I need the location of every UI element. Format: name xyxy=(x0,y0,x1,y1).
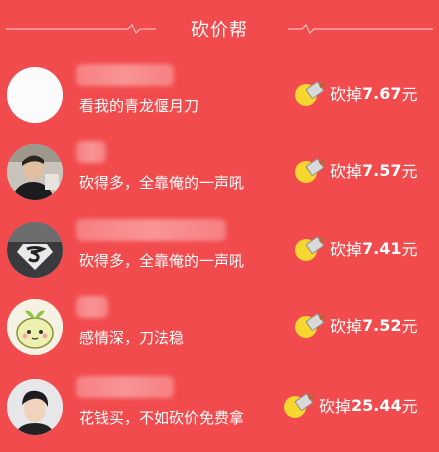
cut-label: 砍掉 xyxy=(330,162,363,181)
coin-cleaver-icon xyxy=(294,155,328,185)
cut-label: 砍掉 xyxy=(330,317,363,336)
comment-text: 砍得多，全靠俺的一声吼 xyxy=(79,174,245,192)
avatar xyxy=(7,379,63,435)
avatar xyxy=(7,67,63,123)
avatar xyxy=(7,222,63,278)
cut-value: 7.52 xyxy=(362,315,402,335)
currency-unit: 元 xyxy=(401,85,418,104)
cut-value: 25.44 xyxy=(351,395,402,415)
list-item: 看我的青龙偃月刀 砍掉 7.67 元 xyxy=(0,64,439,140)
currency-unit: 元 xyxy=(401,162,418,181)
avatar xyxy=(7,144,63,200)
currency-unit: 元 xyxy=(401,317,418,336)
cut-amount: 砍掉 25.44 元 xyxy=(283,390,418,420)
comment-text: 看我的青龙偃月刀 xyxy=(79,97,200,115)
list-item: 花钱买，不如砍价免费拿 砍掉 25.44 元 xyxy=(0,376,439,452)
man-photo-avatar-icon xyxy=(7,144,63,200)
comment-text: 感情深，刀法稳 xyxy=(79,329,185,347)
coin-cleaver-icon xyxy=(294,310,328,340)
cut-label: 砍掉 xyxy=(330,240,363,259)
blank-avatar-icon xyxy=(7,67,63,123)
currency-unit: 元 xyxy=(401,240,418,259)
cut-amount: 砍掉 7.41 元 xyxy=(294,233,418,263)
name-redacted xyxy=(76,376,174,398)
list-item: 砍得多，全靠俺的一声吼 砍掉 7.41 元 xyxy=(0,219,439,295)
list-item: 感情深，刀法稳 砍掉 7.52 元 xyxy=(0,296,439,372)
name-redacted xyxy=(76,141,106,163)
cut-label: 砍掉 xyxy=(330,85,363,104)
comment-text: 花钱买，不如砍价免费拿 xyxy=(79,409,245,427)
list-item: 砍得多，全靠俺的一声吼 砍掉 7.57 元 xyxy=(0,141,439,217)
currency-unit: 元 xyxy=(401,397,418,416)
name-redacted xyxy=(76,219,226,241)
cut-value: 7.67 xyxy=(362,83,402,103)
coin-cleaver-icon xyxy=(294,78,328,108)
coin-cleaver-icon xyxy=(283,390,317,420)
name-redacted xyxy=(76,64,174,86)
avatar xyxy=(7,299,63,355)
cut-value: 7.41 xyxy=(362,238,402,258)
name-redacted xyxy=(76,296,108,318)
cut-value: 7.57 xyxy=(362,160,402,180)
boy-photo-avatar-icon xyxy=(7,379,63,435)
cut-amount: 砍掉 7.57 元 xyxy=(294,155,418,185)
cartoon-sprout-avatar-icon xyxy=(7,299,63,355)
cut-amount: 砍掉 7.67 元 xyxy=(294,78,418,108)
right-divider-icon xyxy=(288,24,433,34)
cut-amount: 砍掉 7.52 元 xyxy=(294,310,418,340)
comment-text: 砍得多，全靠俺的一声吼 xyxy=(79,252,245,270)
header: 砍价帮 xyxy=(0,0,439,58)
coin-cleaver-icon xyxy=(294,233,328,263)
superman-logo-avatar-icon xyxy=(7,222,63,278)
cut-label: 砍掉 xyxy=(319,397,352,416)
